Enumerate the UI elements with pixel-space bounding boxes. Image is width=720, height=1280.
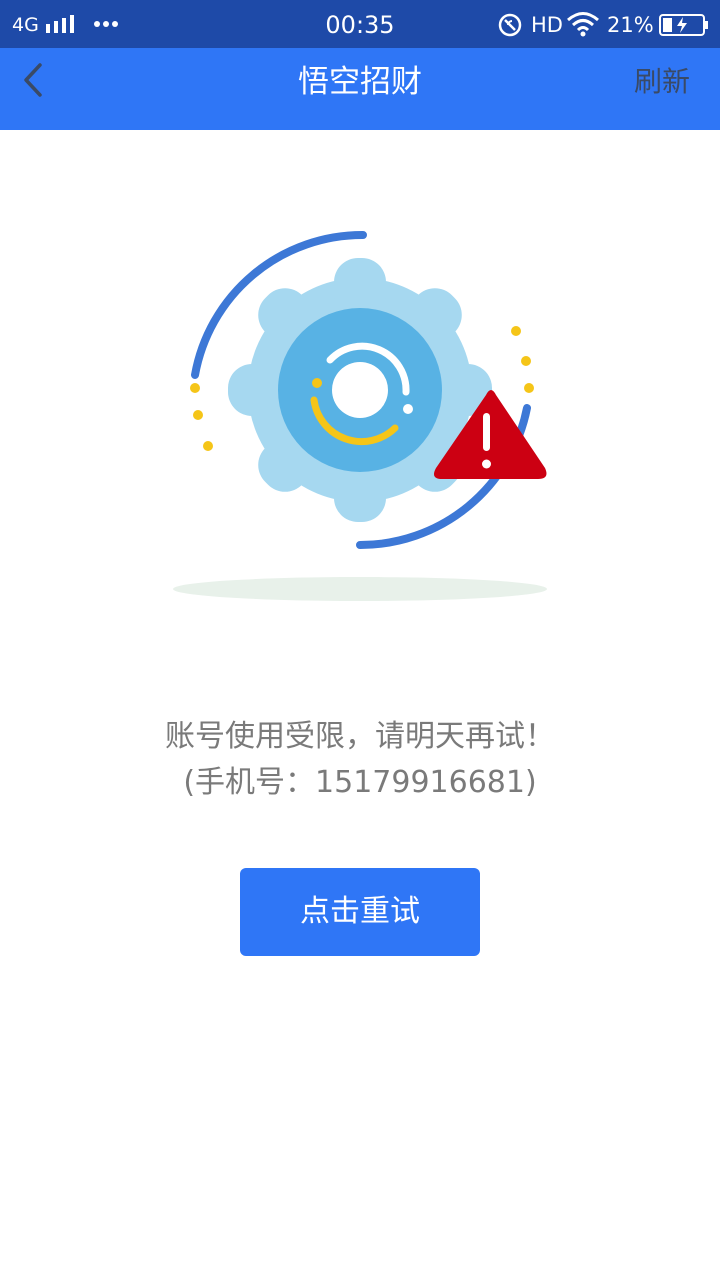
wifi-icon <box>567 12 599 37</box>
hd-indicator: HD <box>531 13 563 37</box>
refresh-button[interactable]: 刷新 <box>634 62 690 102</box>
error-gear-illustration <box>173 230 547 601</box>
status-bar: 4G 00:35 HD 21% <box>0 0 720 48</box>
gear-icon <box>228 258 492 522</box>
nfc-icon <box>498 13 522 37</box>
error-message-text: 账号使用受限，请明天再试！ <box>165 719 555 754</box>
battery-percent: 21% <box>607 13 654 37</box>
nav-bar: 悟空招财 刷新 <box>0 48 720 130</box>
battery-icon <box>659 14 708 36</box>
phone-number-text: (手机号：15179916681) <box>183 765 537 800</box>
page-title: 悟空招财 <box>298 64 422 100</box>
ground-shadow <box>173 577 547 601</box>
error-message: 账号使用受限，请明天再试！ (手机号：15179916681) <box>0 715 720 805</box>
retry-button[interactable]: 点击重试 <box>240 868 480 956</box>
